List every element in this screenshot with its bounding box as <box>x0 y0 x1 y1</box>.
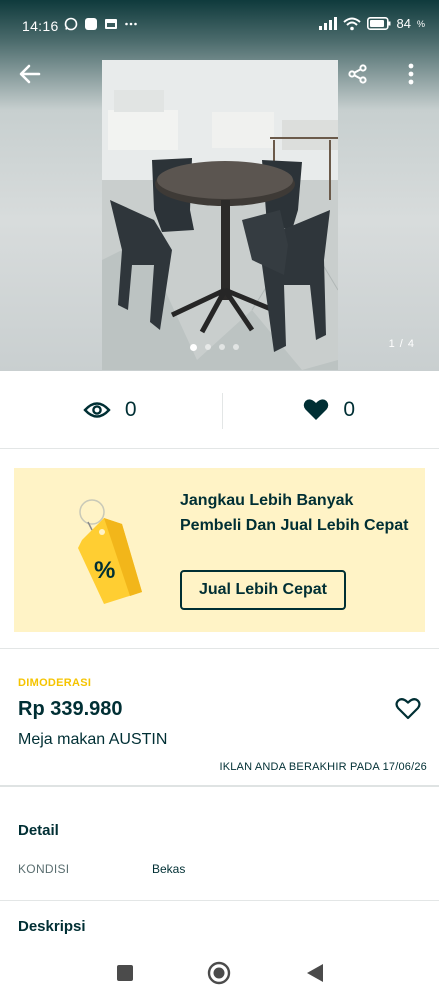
promo-banner: % Jangkau Lebih Banyak Pembeli Dan Jual … <box>14 468 425 632</box>
image-counter: 1 / 4 <box>388 338 415 350</box>
listing-title: Meja makan AUSTIN <box>18 731 168 748</box>
listing-photo[interactable] <box>102 60 338 370</box>
listing-expiry: IKLAN ANDA BERAKHIR PADA 17/06/26 <box>219 761 427 773</box>
eye-icon <box>83 401 111 418</box>
stats-divider <box>222 393 223 429</box>
listing-info: DIMODERASI Rp 339.980 Meja makan AUSTIN … <box>0 650 439 785</box>
views-count: 0 <box>124 397 137 421</box>
detail-value-condition: Bekas <box>152 862 186 876</box>
whatsapp-icon <box>64 17 78 31</box>
gallery-icon <box>105 19 117 29</box>
divider <box>0 648 439 649</box>
dining-table-photo <box>102 60 338 370</box>
image-gallery[interactable]: 14:16 84% 1 / 4 <box>0 0 439 371</box>
pager-dot[interactable] <box>190 344 197 351</box>
description-heading: Deskripsi <box>18 918 86 935</box>
share-button[interactable] <box>340 56 376 92</box>
app-icon <box>85 18 97 30</box>
signal-icon <box>318 17 337 30</box>
discount-symbol: % <box>94 557 115 584</box>
recents-button[interactable] <box>112 960 138 986</box>
heart-outline-icon <box>395 697 421 719</box>
battery-percentage: 84 <box>396 16 411 31</box>
status-notification-icons <box>64 17 138 31</box>
triangle-back-icon <box>307 964 323 982</box>
detail-label-condition: KONDISI <box>18 862 70 876</box>
arrow-left-icon <box>19 64 41 84</box>
status-time: 14:16 <box>22 18 59 34</box>
sell-faster-button[interactable]: Jual Lebih Cepat <box>180 570 346 610</box>
discount-tag-icon: % <box>78 499 142 604</box>
stats-row: 0 0 <box>0 371 439 449</box>
gallery-pager <box>190 344 239 351</box>
back-button[interactable] <box>12 56 48 92</box>
status-system-icons: 84% <box>318 16 425 31</box>
home-button[interactable] <box>206 960 232 986</box>
more-options-button[interactable] <box>393 56 429 92</box>
more-vertical-icon <box>408 63 414 85</box>
square-icon <box>117 965 133 981</box>
more-dots-icon <box>125 22 137 26</box>
likes-stat: 0 <box>220 371 439 448</box>
circle-home-icon <box>207 961 231 985</box>
likes-count: 0 <box>343 397 356 421</box>
pager-dot[interactable] <box>205 344 211 350</box>
views-stat: 0 <box>0 371 220 448</box>
system-navigation-bar <box>0 946 439 1000</box>
share-icon <box>348 64 367 84</box>
wifi-icon <box>342 17 361 30</box>
status-bar: 14:16 84% <box>0 0 439 52</box>
listing-price: Rp 339.980 <box>18 698 123 720</box>
system-back-button[interactable] <box>302 960 328 986</box>
pager-dot[interactable] <box>233 344 239 350</box>
divider <box>0 900 439 901</box>
moderation-status-badge: DIMODERASI <box>18 677 92 689</box>
favorite-button[interactable] <box>393 693 423 723</box>
promo-title: Jangkau Lebih Banyak Pembeli Dan Jual Le… <box>180 492 409 534</box>
pager-dot[interactable] <box>219 344 225 350</box>
battery-percent-sign: % <box>416 18 425 29</box>
detail-heading: Detail <box>18 822 59 839</box>
battery-icon <box>366 17 391 30</box>
divider <box>0 785 439 787</box>
heart-filled-icon <box>304 399 329 420</box>
